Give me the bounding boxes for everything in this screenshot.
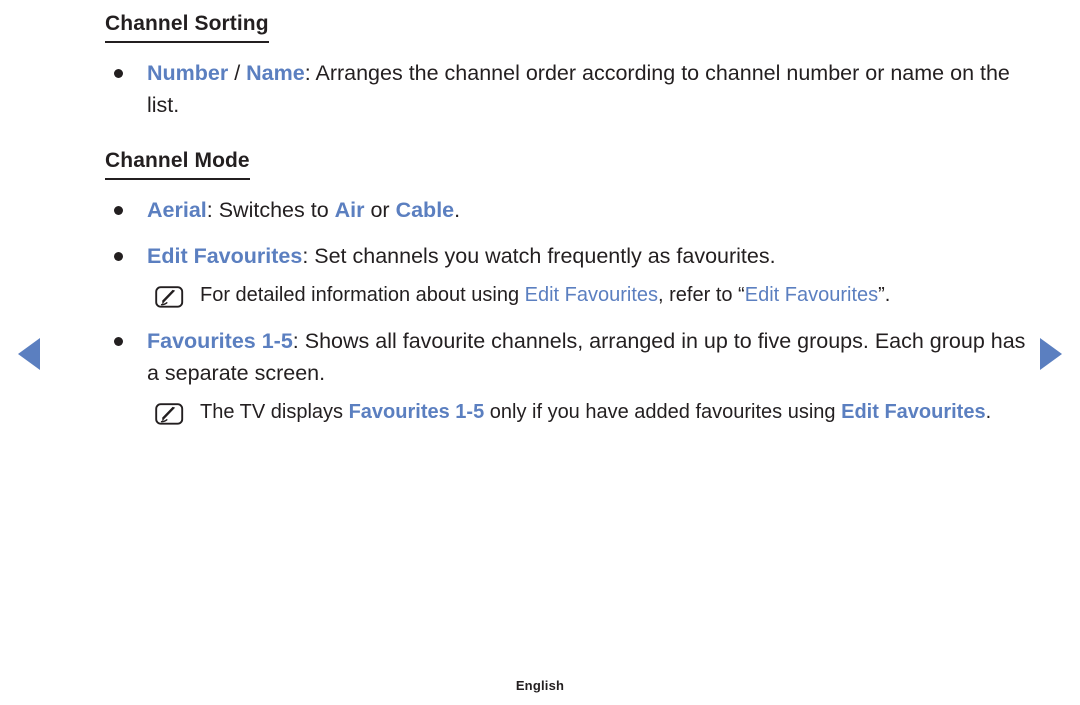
page-content: Channel Sorting Number / Name: Arranges t…: [105, 0, 1035, 428]
text-run: /: [228, 61, 247, 85]
bullet-item: Edit Favourites: Set channels you watch …: [105, 240, 1035, 272]
keyword-run: Edit Favourites: [147, 244, 303, 268]
text-run: ”.: [878, 284, 891, 306]
bullet-dot-icon: [114, 337, 123, 346]
section-heading: Channel Mode: [105, 149, 250, 180]
manual-page: Channel Sorting Number / Name: Arranges t…: [0, 0, 1080, 705]
note-item: The TV displays Favourites 1-5 only if y…: [105, 397, 1035, 428]
bullet-item: Aerial: Switches to Air or Cable.: [105, 194, 1035, 226]
keyword-run: Favourites 1-5: [348, 401, 485, 423]
footer-language-label: English: [515, 678, 565, 693]
keyword-run: Edit Favourites: [744, 284, 879, 306]
previous-page-arrow-icon[interactable]: [18, 338, 40, 370]
section-heading-wrapper: Channel Mode: [105, 121, 1035, 180]
next-page-arrow-icon[interactable]: [1040, 338, 1062, 370]
keyword-run: Cable: [395, 198, 455, 222]
text-run: For detailed information about using: [200, 284, 525, 306]
keyword-run: Name: [246, 61, 305, 85]
text-run: The TV displays: [200, 401, 349, 423]
keyword-run: Edit Favourites: [524, 284, 659, 306]
keyword-run: Aerial: [147, 198, 207, 222]
keyword-run: Air: [334, 198, 365, 222]
keyword-run: Favourites 1-5: [147, 329, 293, 353]
text-run: or: [364, 198, 396, 222]
text-run: only if you have added favourites using: [484, 401, 842, 423]
section-heading-wrapper: Channel Sorting: [105, 0, 1035, 43]
text-run: .: [454, 198, 461, 222]
note-pencil-icon: [155, 403, 185, 425]
bullet-item: Favourites 1-5: Shows all favourite chan…: [105, 325, 1035, 389]
bullet-item: Number / Name: Arranges the channel orde…: [105, 57, 1035, 121]
bullet-dot-icon: [114, 252, 123, 261]
keyword-run: Edit Favourites: [841, 401, 986, 423]
text-run: : Switches to: [206, 198, 335, 222]
note-pencil-icon: [155, 286, 185, 308]
text-run: : Set channels you watch frequently as f…: [302, 244, 776, 268]
bullet-dot-icon: [114, 206, 123, 215]
text-run: .: [985, 401, 992, 423]
text-run: , refer to “: [658, 284, 745, 306]
section-heading: Channel Sorting: [105, 12, 269, 43]
bullet-dot-icon: [114, 69, 123, 78]
note-item: For detailed information about using Edi…: [105, 280, 1035, 311]
keyword-run: Number: [147, 61, 229, 85]
